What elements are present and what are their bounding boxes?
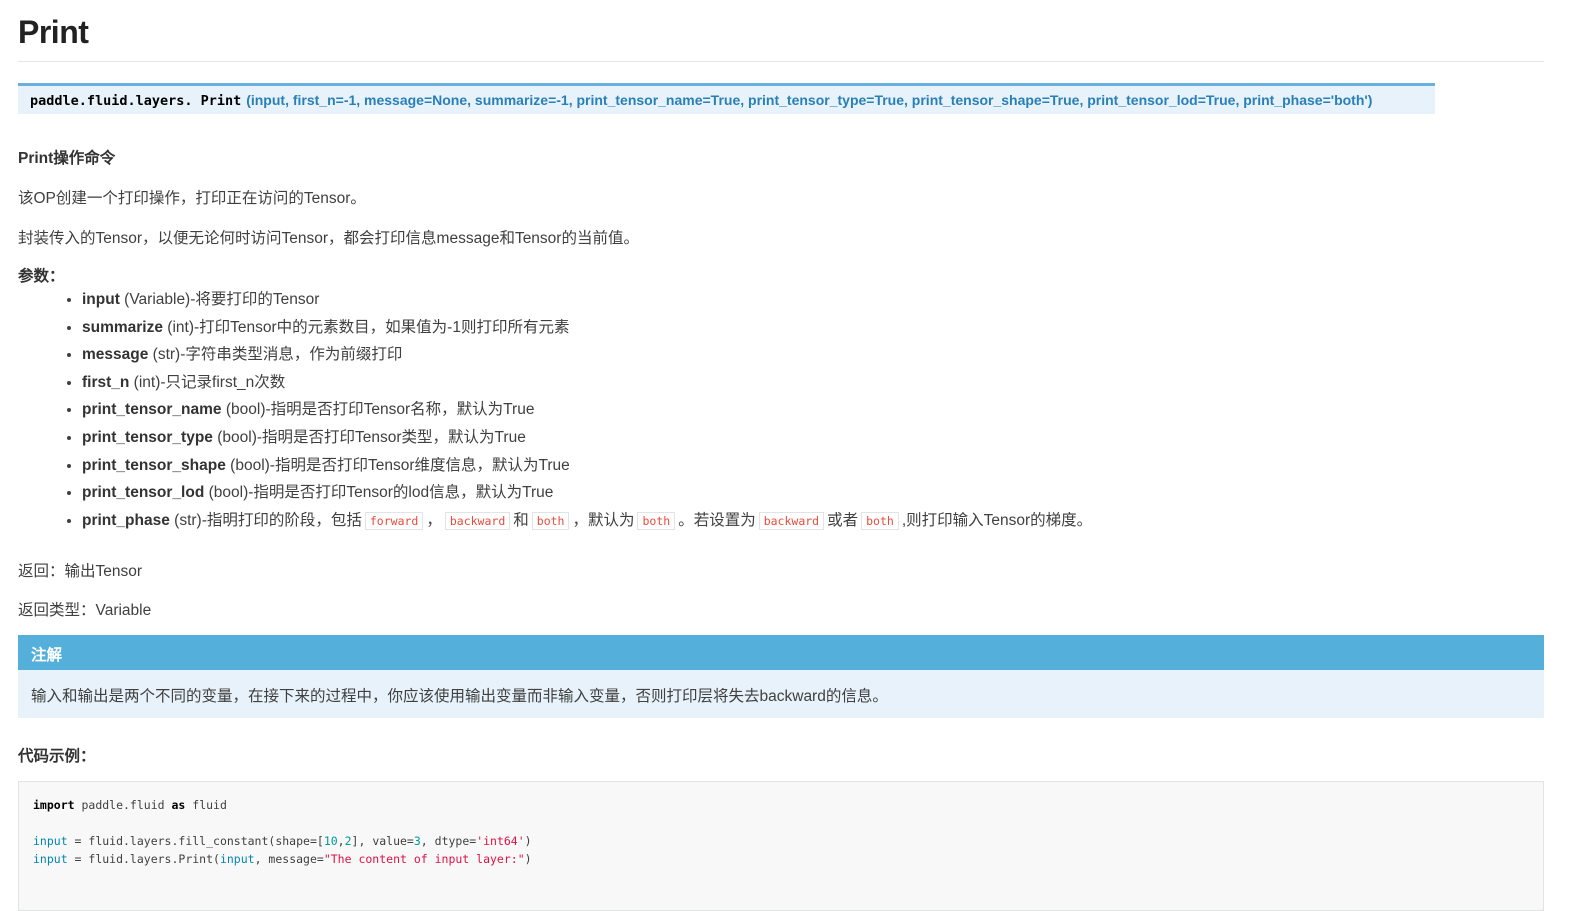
doc-page: Print paddle.fluid.layers. Print (input, f…: [0, 0, 1590, 911]
param-desc: (Variable)-将要打印的Tensor: [119, 291, 320, 308]
param-desc: 。若设置为: [678, 511, 756, 529]
param-name: print_tensor_name: [82, 401, 222, 419]
param-desc: ,则打印输入Tensor的梯度。: [901, 511, 1093, 529]
param-name: print_phase: [82, 511, 170, 529]
param-item: print_tensor_lod (bool)-指明是否打印Tensor的lod…: [82, 479, 1092, 507]
param-desc: (bool)-指明是否打印Tensor名称，默认为True: [221, 401, 535, 419]
code-keyword: import: [33, 798, 75, 812]
description-2: 封装传入的Tensor，以便无论何时访问Tensor，都会打印信息message…: [18, 230, 639, 247]
note-title: 注解: [18, 635, 1544, 670]
param-desc: 或者: [827, 511, 859, 529]
signature-params: (input, first_n=-1, message=None, summar…: [246, 92, 1373, 108]
param-name: print_tensor_shape: [82, 456, 226, 474]
param-item: print_tensor_type (bool)-指明是否打印Tensor类型，…: [82, 424, 1092, 452]
param-desc: (str)-指明打印的阶段，包括: [169, 511, 362, 529]
note-box: 注解 输入和输出是两个不同的变量，在接下来的过程中，你应该使用输出变量而非输入变…: [18, 635, 1544, 718]
returns-label: 返回：: [18, 563, 65, 580]
param-desc: (str)-字符串类型消息，作为前缀打印: [148, 346, 403, 364]
param-item: input (Variable)-将要打印的Tensor: [82, 286, 1092, 314]
description-1: 该OP创建一个打印操作，打印正在访问的Tensor。: [18, 190, 366, 207]
function-signature: paddle.fluid.layers. Print (input, first_n…: [18, 83, 1435, 114]
param-desc: (bool)-指明是否打印Tensor的lod信息，默认为True: [204, 484, 554, 502]
return-type: 返回类型：Variable: [18, 598, 151, 620]
param-item: print_tensor_name (bool)-指明是否打印Tensor名称，…: [82, 396, 1092, 424]
returns: 返回：输出Tensor: [18, 559, 142, 581]
code-block: import paddle.fluid as fluid input = flu…: [18, 781, 1544, 911]
example-label: 代码示例：: [18, 748, 96, 765]
signature-function: Print: [200, 93, 242, 109]
param-item: summarize (int)-打印Tensor中的元素数目，如果值为-1则打印…: [82, 314, 1092, 342]
inline-code: both: [637, 511, 676, 530]
param-item-print-phase: print_phase (str)-指明打印的阶段，包括forward，back…: [82, 507, 1092, 536]
param-item: first_n (int)-只记录first_n次数: [82, 369, 1092, 397]
params-list: input (Variable)-将要打印的Tensor summarize (…: [18, 286, 1092, 535]
param-item: message (str)-字符串类型消息，作为前缀打印: [82, 341, 1092, 369]
param-name: print_tensor_type: [82, 428, 213, 446]
param-name: message: [82, 346, 149, 364]
params-label: 参数：: [18, 268, 65, 285]
inline-code: backward: [444, 511, 511, 530]
param-desc: ，默认为: [572, 511, 635, 529]
param-name: summarize: [82, 318, 163, 336]
param-desc: (int)-只记录first_n次数: [129, 373, 286, 391]
section-heading: Print操作命令: [18, 150, 116, 167]
inline-code: forward: [364, 511, 424, 530]
param-desc: 和: [513, 511, 529, 529]
param-desc: (bool)-指明是否打印Tensor维度信息，默认为True: [225, 456, 570, 474]
signature-module: paddle.fluid.layers.: [30, 93, 193, 109]
param-desc: (int)-打印Tensor中的元素数目，如果值为-1则打印所有元素: [162, 318, 570, 336]
return-type-value: Variable: [95, 602, 152, 619]
return-type-label: 返回类型：: [18, 602, 96, 619]
param-name: input: [82, 291, 120, 308]
param-name: first_n: [82, 373, 130, 391]
inline-code: both: [531, 511, 570, 530]
param-name: print_tensor_lod: [82, 484, 205, 502]
page-title: Print: [18, 14, 89, 50]
param-item: print_tensor_shape (bool)-指明是否打印Tensor维度…: [82, 452, 1092, 480]
returns-value: 输出Tensor: [64, 563, 143, 580]
note-body: 输入和输出是两个不同的变量，在接下来的过程中，你应该使用输出变量而非输入变量，否…: [31, 688, 888, 705]
code-content: import paddle.fluid as fluid input = flu…: [33, 798, 532, 866]
title-divider: [18, 61, 1544, 62]
code-keyword: as: [171, 798, 186, 812]
inline-code: both: [861, 511, 899, 530]
param-desc: (bool)-指明是否打印Tensor类型，默认为True: [212, 428, 526, 446]
param-desc: ，: [426, 511, 442, 529]
inline-code: backward: [758, 511, 825, 530]
